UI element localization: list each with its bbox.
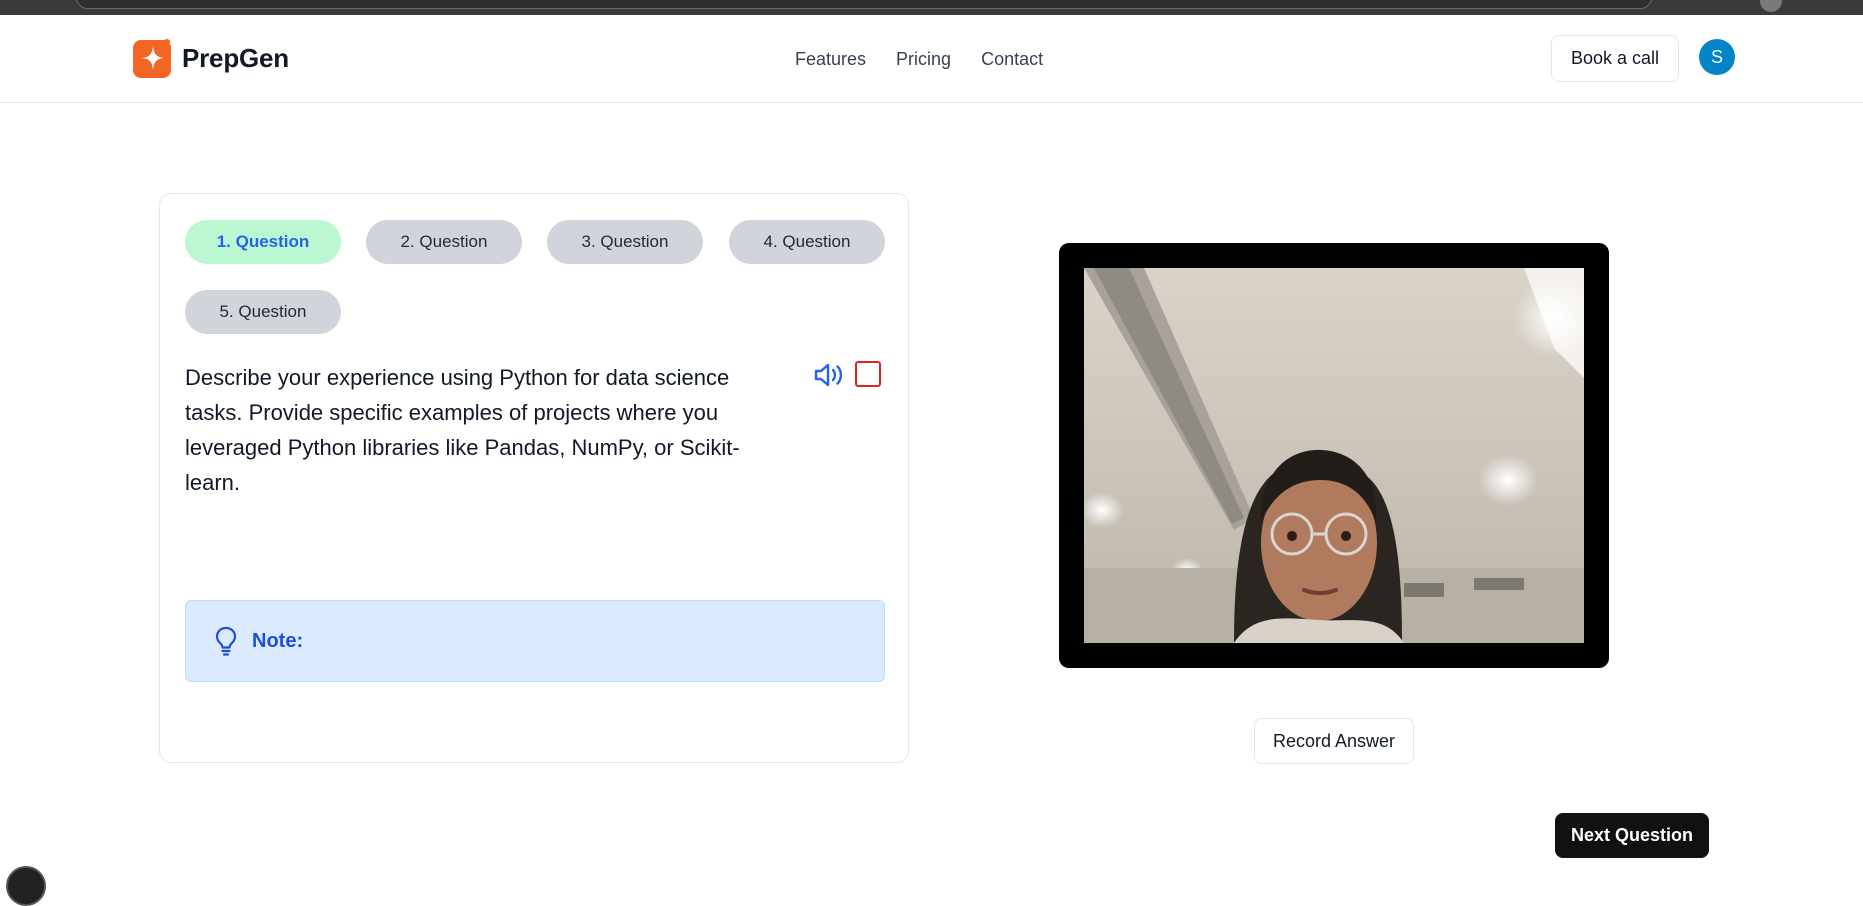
question-panel: 1. Question 2. Question 3. Question 4. Q…	[159, 193, 909, 763]
brand-logo[interactable]: PrepGen	[133, 38, 289, 78]
floating-badge-icon[interactable]	[6, 866, 46, 906]
lightbulb-icon	[215, 626, 237, 656]
tab-question-4[interactable]: 4. Question	[729, 220, 885, 264]
browser-chrome-strip	[0, 0, 1863, 15]
webcam-frame	[1059, 243, 1609, 668]
note-label: Note:	[252, 629, 304, 652]
tab-question-2[interactable]: 2. Question	[366, 220, 522, 264]
note-box: Note:	[185, 600, 885, 682]
brand-name: PrepGen	[182, 42, 289, 73]
tab-question-1[interactable]: 1. Question	[185, 220, 341, 264]
speaker-icon[interactable]	[813, 360, 845, 390]
profile-icon[interactable]	[1760, 0, 1782, 12]
webcam-image	[1084, 268, 1584, 643]
nav-pricing[interactable]: Pricing	[896, 49, 951, 70]
prepgen-logo-icon	[133, 39, 171, 78]
book-a-call-button[interactable]: Book a call	[1551, 35, 1679, 82]
next-question-button[interactable]: Next Question	[1555, 813, 1709, 858]
nav-contact[interactable]: Contact	[981, 49, 1043, 70]
webcam-feed	[1084, 268, 1584, 643]
stop-icon[interactable]	[855, 361, 881, 387]
record-answer-button[interactable]: Record Answer	[1254, 718, 1414, 764]
address-bar[interactable]	[76, 0, 1652, 9]
question-text: Describe your experience using Python fo…	[185, 365, 740, 495]
tab-question-5[interactable]: 5. Question	[185, 290, 341, 334]
user-avatar[interactable]: S	[1699, 39, 1735, 75]
site-header: PrepGen Features Pricing Contact Book a …	[0, 15, 1863, 103]
nav-features[interactable]: Features	[795, 49, 866, 70]
main-nav: Features Pricing Contact	[795, 49, 1043, 70]
tab-question-3[interactable]: 3. Question	[547, 220, 703, 264]
